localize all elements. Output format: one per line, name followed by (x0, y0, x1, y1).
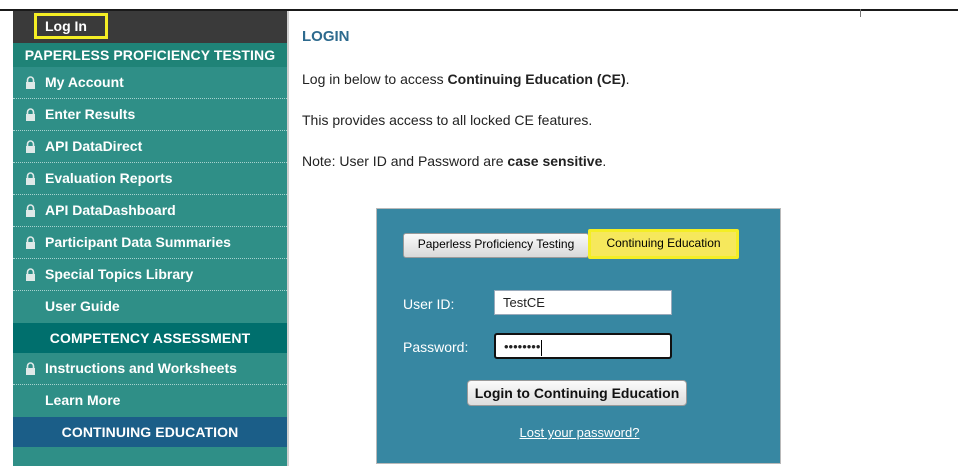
section-header-competency: COMPETENCY ASSESSMENT (13, 323, 287, 353)
sidebar-item-label: Evaluation Reports (45, 170, 173, 186)
lock-icon (26, 204, 35, 217)
competency-nav-list: Instructions and Worksheets Learn More (13, 353, 287, 417)
user-id-label: User ID: (403, 296, 455, 312)
tab-paperless-proficiency-testing[interactable]: Paperless Proficiency Testing (403, 233, 589, 258)
intro-text: Log in below to access (302, 71, 448, 87)
lock-icon (26, 268, 35, 281)
sidebar-item-participant-data-summaries[interactable]: Participant Data Summaries (13, 227, 287, 259)
lock-icon (26, 172, 35, 185)
sidebar-item-evaluation-reports[interactable]: Evaluation Reports (13, 163, 287, 195)
password-mask: •••••••• (504, 339, 541, 354)
sidebar-item-label: My Account (45, 74, 124, 90)
sidebar-item-label: Enter Results (45, 106, 136, 122)
lock-icon (26, 362, 35, 375)
sidebar-item-api-datadashboard[interactable]: API DataDashboard (13, 195, 287, 227)
intro-punct: . (625, 71, 630, 87)
lock-icon (26, 140, 35, 153)
note-line: Note: User ID and Password are case sens… (302, 153, 606, 169)
sidebar-item-label: Special Topics Library (45, 266, 194, 282)
sidebar-item-label: User Guide (45, 298, 120, 314)
sidebar-item-learn-more[interactable]: Learn More (13, 385, 287, 417)
sidebar-item-label: API DataDashboard (45, 202, 176, 218)
sidebar: Log In PAPERLESS PROFICIENCY TESTING My … (13, 11, 289, 466)
sidebar-item-api-datadirect[interactable]: API DataDirect (13, 131, 287, 163)
sidebar-item-label: Instructions and Worksheets (45, 360, 237, 376)
sidebar-item-enter-results[interactable]: Enter Results (13, 99, 287, 131)
password-label: Password: (403, 339, 469, 355)
sidebar-item-user-guide[interactable]: User Guide (13, 291, 287, 323)
note-bold-text: case sensitive (507, 153, 603, 169)
tab-continuing-education[interactable]: Continuing Education (588, 229, 739, 259)
sidebar-item-label: Learn More (45, 392, 121, 408)
log-in-link[interactable]: Log In (34, 13, 108, 39)
tab-label: Continuing Education (606, 236, 721, 250)
lock-icon (26, 108, 35, 121)
intro-line-2: This provides access to all locked CE fe… (302, 112, 593, 128)
user-id-field[interactable]: TestCE (494, 290, 672, 315)
login-panel: Paperless Proficiency Testing Continuing… (376, 208, 781, 464)
login-button[interactable]: Login to Continuing Education (467, 380, 687, 406)
ppt-nav-list: My Account Enter Results API DataDirect … (13, 67, 287, 323)
lock-icon (26, 76, 35, 89)
text-cursor (541, 339, 543, 356)
main-content: LOGIN Log in below to access Continuing … (302, 11, 862, 466)
page-title: LOGIN (302, 28, 350, 45)
sidebar-login-row: Log In (13, 11, 287, 43)
sidebar-item-label: Participant Data Summaries (45, 234, 231, 250)
section-header-ppt: PAPERLESS PROFICIENCY TESTING (13, 43, 287, 67)
note-punct: . (602, 153, 607, 169)
sidebar-item-special-topics-library[interactable]: Special Topics Library (13, 259, 287, 291)
lock-icon (26, 236, 35, 249)
lost-password-link[interactable]: Lost your password? (377, 425, 782, 440)
password-field[interactable]: •••••••• (494, 333, 672, 359)
sidebar-item-label: API DataDirect (45, 138, 143, 154)
sidebar-item-instructions-and-worksheets[interactable]: Instructions and Worksheets (13, 353, 287, 385)
section-header-continuing-education[interactable]: CONTINUING EDUCATION (13, 417, 287, 447)
note-text: Note: User ID and Password are (302, 153, 508, 169)
intro-bold-text: Continuing Education (CE) (447, 71, 626, 87)
sidebar-item-my-account[interactable]: My Account (13, 67, 287, 99)
intro-line-1: Log in below to access Continuing Educat… (302, 71, 630, 87)
